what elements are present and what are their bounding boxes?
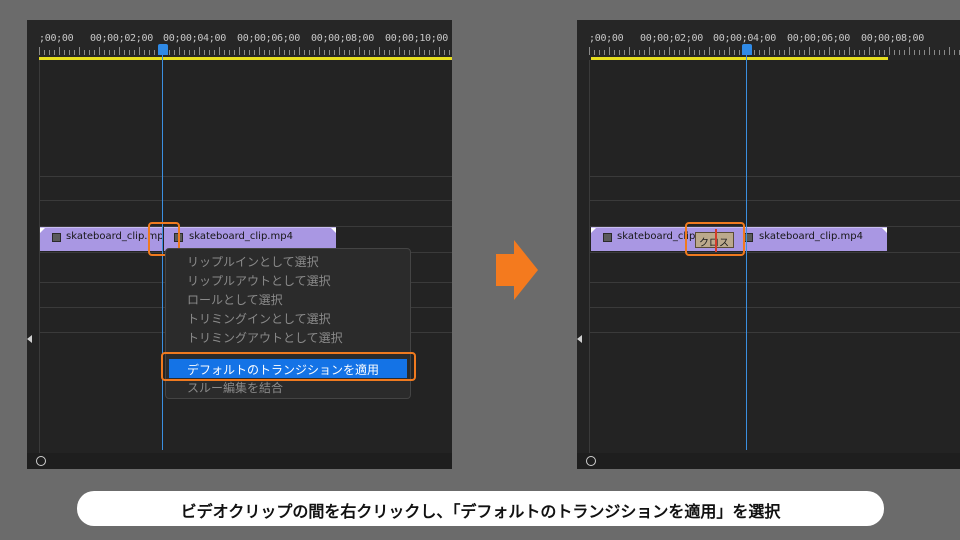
clip-corner-marker <box>40 228 45 233</box>
transition-highlight <box>685 222 745 256</box>
time-ruler[interactable]: ;00;00 00;00;02;00 00;00;04;00 00;00;06;… <box>577 20 960 60</box>
playhead-handle[interactable] <box>158 44 168 55</box>
caption-text: ビデオクリップの間を右クリックし、「デフォルトのトランジションを適用」を選択 <box>180 502 781 521</box>
timecode-label: ;00;00 <box>589 33 624 44</box>
playhead-handle[interactable] <box>742 44 752 55</box>
film-icon <box>52 233 61 242</box>
zoom-circle-icon[interactable] <box>586 456 596 466</box>
track-divider <box>589 307 960 308</box>
track-divider <box>589 176 960 177</box>
video-clip-1[interactable]: skateboard_clip.mp <box>40 227 164 251</box>
timecode-label: 00;00;02;00 <box>90 33 153 44</box>
timecode-label: 00;00;04;00 <box>713 33 776 44</box>
timecode-label: 00;00;04;00 <box>163 33 226 44</box>
work-area-bar[interactable] <box>591 57 888 60</box>
menu-item-join-through-edits[interactable]: スルー編集を結合 <box>187 379 283 396</box>
collapse-arrow-icon[interactable] <box>577 335 582 343</box>
menu-item-ripple-out[interactable]: リップルアウトとして選択 <box>187 272 331 289</box>
menu-item-roll[interactable]: ロールとして選択 <box>187 291 283 308</box>
menu-item-ripple-in[interactable]: リップルインとして選択 <box>187 253 319 270</box>
timecode-label: 00;00;08;00 <box>861 33 924 44</box>
ruler-ticks <box>589 47 960 55</box>
clip-corner-marker <box>882 228 887 233</box>
timecode-label: ;00;00 <box>39 33 74 44</box>
timecode-label: 00;00;02;00 <box>640 33 703 44</box>
lane-divider <box>589 60 590 455</box>
clip-corner-marker <box>331 228 336 233</box>
timecode-label: 00;00;06;00 <box>237 33 300 44</box>
right-timeline-panel: ;00;00 00;00;02;00 00;00;04;00 00;00;06;… <box>577 20 960 469</box>
playhead-line <box>746 55 747 450</box>
clip-name: skateboard_clip.mp4 <box>759 231 863 242</box>
menu-item-highlight <box>161 352 416 381</box>
collapse-arrow-icon[interactable] <box>27 335 32 343</box>
timecode-label: 00;00;08;00 <box>311 33 374 44</box>
track-divider <box>589 282 960 283</box>
menu-item-trim-out[interactable]: トリミングアウトとして選択 <box>187 329 343 346</box>
clip-corner-marker <box>591 228 596 233</box>
ruler-ticks <box>39 47 450 55</box>
time-ruler[interactable]: ;00;00 00;00;02;00 00;00;04;00 00;00;06;… <box>27 20 452 60</box>
film-icon <box>603 233 612 242</box>
timecode-label: 00;00;10;00 <box>385 33 448 44</box>
track-divider <box>589 332 960 333</box>
work-area-bar[interactable] <box>39 57 452 60</box>
zoom-scrollbar[interactable] <box>27 453 452 469</box>
zoom-scrollbar[interactable] <box>577 453 960 469</box>
zoom-circle-icon[interactable] <box>36 456 46 466</box>
clip-name: skateboard_clip.mp4 <box>189 231 293 242</box>
arrow-right-icon <box>496 240 538 300</box>
track-divider <box>39 200 452 201</box>
left-timeline-panel: ;00;00 00;00;02;00 00;00;04;00 00;00;06;… <box>27 20 452 469</box>
timecode-label: 00;00;06;00 <box>787 33 850 44</box>
menu-item-trim-in[interactable]: トリミングインとして選択 <box>187 310 331 327</box>
lane-divider <box>39 60 40 455</box>
track-divider <box>39 176 452 177</box>
instruction-caption: ビデオクリップの間を右クリックし、「デフォルトのトランジションを適用」を選択 <box>77 491 884 526</box>
track-divider <box>589 252 960 253</box>
track-divider <box>589 200 960 201</box>
